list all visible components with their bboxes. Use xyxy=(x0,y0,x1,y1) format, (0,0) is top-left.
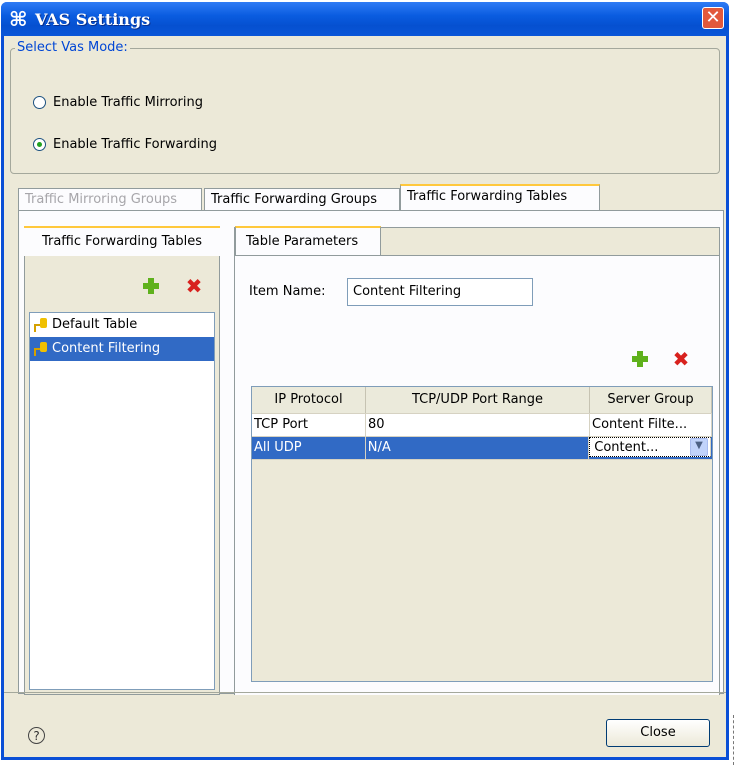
list-item-label: Content Filtering xyxy=(52,341,161,356)
vas-mode-group: Select Vas Mode: Enable Traffic Mirrorin… xyxy=(10,40,720,174)
table-row[interactable]: All UDP N/A Content... ▼ xyxy=(252,437,712,460)
tables-list-panel: Traffic Forwarding Tables ✖ Default Tabl… xyxy=(24,226,220,695)
cell-protocol[interactable]: All UDP xyxy=(252,437,366,459)
header-server-group[interactable]: Server Group xyxy=(590,387,712,413)
delete-row-icon[interactable]: ✖ xyxy=(672,349,690,369)
footer-divider xyxy=(4,692,726,693)
table-parameters-body: Item Name: Content Filtering ✖ IP Protoc… xyxy=(235,255,719,695)
delete-table-icon[interactable]: ✖ xyxy=(185,276,203,296)
app-logo-icon: ⌘ xyxy=(9,7,28,31)
server-group-combo[interactable]: Content... ▼ xyxy=(589,437,711,457)
focus-divider xyxy=(733,715,736,765)
cell-protocol[interactable]: TCP Port xyxy=(252,414,366,436)
add-table-icon[interactable] xyxy=(143,278,159,294)
cell-port-range[interactable]: N/A xyxy=(366,437,590,459)
tab-traffic-forwarding-tables-list[interactable]: Traffic Forwarding Tables xyxy=(24,226,220,256)
table-parameters-panel: Table Parameters Item Name: Content Filt… xyxy=(234,226,720,695)
close-icon[interactable]: ✕ xyxy=(702,7,724,29)
table-icon xyxy=(34,342,48,356)
cell-server-group[interactable]: Content Filte... xyxy=(590,414,712,436)
table-icon xyxy=(34,318,48,332)
radio-label: Enable Traffic Mirroring xyxy=(53,95,204,110)
radio-button[interactable] xyxy=(33,96,46,109)
radio-button-checked[interactable] xyxy=(33,138,46,151)
list-item-default-table[interactable]: Default Table xyxy=(30,313,214,337)
traffic-forwarding-tables-panel: Traffic Forwarding Tables ✖ Default Tabl… xyxy=(18,210,724,695)
table-header: IP Protocol TCP/UDP Port Range Server Gr… xyxy=(252,387,712,414)
vas-settings-window: ⌘ VAS Settings ✕ Select Vas Mode: Enable… xyxy=(1,2,729,760)
header-ip-protocol[interactable]: IP Protocol xyxy=(252,387,366,413)
item-name-input[interactable]: Content Filtering xyxy=(347,278,533,306)
tables-list: Default Table Content Filtering xyxy=(29,312,215,690)
tab-traffic-forwarding-groups[interactable]: Traffic Forwarding Groups xyxy=(204,188,400,210)
header-port-range[interactable]: TCP/UDP Port Range xyxy=(366,387,590,413)
add-row-icon[interactable] xyxy=(632,351,648,367)
window-title: VAS Settings xyxy=(35,10,151,29)
table-row[interactable]: TCP Port 80 Content Filte... xyxy=(252,414,712,437)
combo-value: Content... xyxy=(594,439,659,455)
close-button[interactable]: Close xyxy=(606,719,710,747)
list-item-content-filtering[interactable]: Content Filtering xyxy=(30,337,214,361)
item-name-label: Item Name: xyxy=(249,284,326,299)
radio-enable-traffic-forwarding[interactable]: Enable Traffic Forwarding xyxy=(33,137,217,152)
tab-traffic-forwarding-tables[interactable]: Traffic Forwarding Tables xyxy=(400,184,600,211)
list-item-label: Default Table xyxy=(52,317,138,332)
rules-table: IP Protocol TCP/UDP Port Range Server Gr… xyxy=(251,386,713,682)
tab-table-parameters[interactable]: Table Parameters xyxy=(235,226,381,256)
vas-mode-legend: Select Vas Mode: xyxy=(15,40,130,55)
radio-label: Enable Traffic Forwarding xyxy=(53,137,217,152)
cell-port-range[interactable]: 80 xyxy=(366,414,590,436)
title-bar[interactable]: ⌘ VAS Settings ✕ xyxy=(1,2,729,36)
help-icon[interactable]: ? xyxy=(28,727,45,744)
tab-traffic-mirroring-groups[interactable]: Traffic Mirroring Groups xyxy=(18,188,202,210)
chevron-down-icon[interactable]: ▼ xyxy=(689,438,708,456)
radio-enable-traffic-mirroring[interactable]: Enable Traffic Mirroring xyxy=(33,95,203,110)
